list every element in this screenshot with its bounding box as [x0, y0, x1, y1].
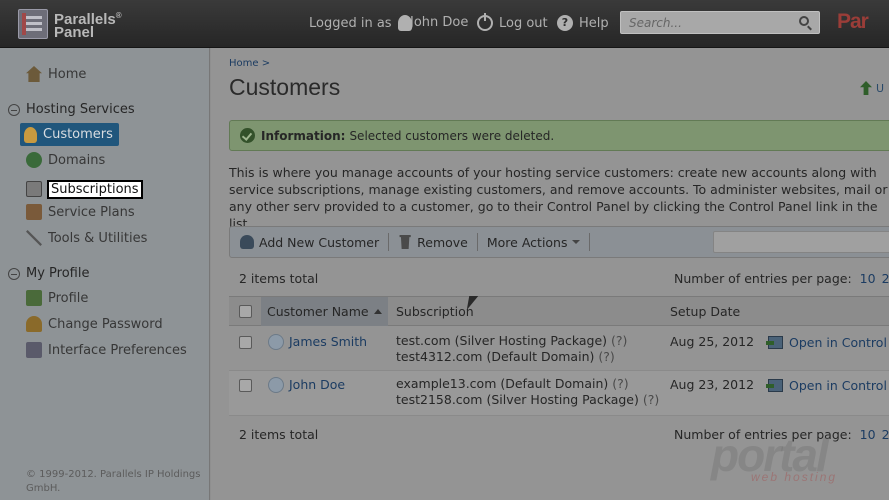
- help-icon[interactable]: (?): [612, 376, 628, 391]
- service-plans-icon: [26, 204, 42, 220]
- logout-button[interactable]: Log out: [477, 13, 548, 31]
- username-link[interactable]: John Doe: [410, 15, 468, 30]
- trash-icon: [399, 235, 411, 249]
- tools-icon: [26, 230, 42, 246]
- table-header: Customer Name Subscription Setup Date: [229, 296, 889, 326]
- help-button[interactable]: ? Help: [557, 15, 609, 31]
- column-customer-name[interactable]: Customer Name: [261, 297, 388, 326]
- setup-date: Aug 23, 2012: [670, 377, 755, 392]
- add-user-icon: [240, 235, 254, 249]
- chevron-down-icon: [571, 240, 580, 244]
- top-header: Parallels® Panel Logged in as John Doe L…: [0, 0, 889, 48]
- collapse-icon: [8, 103, 20, 116]
- per-page-10[interactable]: 10: [860, 271, 876, 286]
- page-description: This is where you manage accounts of you…: [229, 165, 888, 231]
- control-panel-icon: [766, 379, 783, 392]
- subscription-link[interactable]: test2158.com (Silver Hosting Package): [396, 392, 639, 407]
- sidebar-item-tools-utilities[interactable]: Tools & Utilities: [26, 227, 147, 249]
- sidebar-item-customers[interactable]: Customers: [20, 123, 119, 146]
- help-icon[interactable]: (?): [611, 333, 627, 348]
- power-icon: [477, 13, 493, 31]
- subscription-list: test.com (Silver Hosting Package) (?) te…: [396, 333, 627, 365]
- section-my-profile[interactable]: My Profile: [8, 266, 89, 281]
- table-row: John Doe example13.com (Default Domain) …: [229, 371, 889, 416]
- per-page-25[interactable]: 25: [882, 427, 889, 442]
- sidebar-item-subscriptions[interactable]: Subscriptions: [26, 178, 143, 200]
- row-checkbox[interactable]: [239, 379, 252, 392]
- info-message: Information: Selected customers were del…: [229, 120, 889, 151]
- parallels-brand-logo: Par: [837, 10, 869, 33]
- customer-status-icon: [268, 334, 284, 350]
- sort-asc-icon: [373, 309, 382, 314]
- section-hosting-services[interactable]: Hosting Services: [8, 102, 135, 117]
- subscription-link[interactable]: example13.com (Default Domain): [396, 376, 608, 391]
- sidebar: Home Hosting Services Customers Domains …: [0, 48, 210, 500]
- upload-arrow-icon: [860, 81, 872, 95]
- customer-status-icon: [268, 377, 284, 393]
- collapse-icon: [8, 267, 20, 280]
- items-total: 2 items total: [239, 271, 319, 286]
- watermark-logo: portal web hosting: [711, 429, 838, 484]
- column-setup-date[interactable]: Setup Date: [670, 297, 740, 326]
- customer-name-link[interactable]: James Smith: [289, 334, 367, 349]
- home-icon: [26, 66, 42, 82]
- help-icon: ?: [557, 15, 573, 31]
- customer-name-link[interactable]: John Doe: [289, 377, 345, 392]
- sidebar-item-service-plans[interactable]: Service Plans: [26, 201, 135, 223]
- open-control-panel-link[interactable]: Open in Control P: [766, 335, 889, 350]
- entries-per-page: Number of entries per page: 10 25 1: [674, 271, 889, 286]
- subscription-link[interactable]: test.com (Silver Hosting Package): [396, 333, 607, 348]
- logged-in-indicator: Logged in as: [309, 15, 418, 31]
- sidebar-item-domains[interactable]: Domains: [26, 149, 105, 171]
- add-new-customer-button[interactable]: Add New Customer: [240, 233, 390, 251]
- parallels-logo-icon: [18, 9, 48, 39]
- sidebar-item-change-password[interactable]: Change Password: [26, 313, 163, 335]
- global-search: [620, 11, 820, 34]
- subscriptions-icon: [26, 181, 42, 197]
- sidebar-item-interface-preferences[interactable]: Interface Preferences: [26, 339, 187, 361]
- row-checkbox[interactable]: [239, 336, 252, 349]
- subscription-list: example13.com (Default Domain) (?) test2…: [396, 376, 659, 408]
- sidebar-item-home[interactable]: Home: [26, 63, 86, 85]
- help-icon[interactable]: (?): [598, 349, 614, 364]
- list-search: [713, 231, 889, 253]
- logo-text: Parallels® Panel: [54, 11, 122, 41]
- table-row: James Smith test.com (Silver Hosting Pac…: [229, 326, 889, 371]
- search-input[interactable]: [621, 12, 791, 33]
- help-icon[interactable]: (?): [643, 392, 659, 407]
- setup-date: Aug 25, 2012: [670, 334, 755, 349]
- select-all-checkbox[interactable]: [239, 305, 252, 318]
- list-toolbar: Add New Customer Remove More Actions: [229, 226, 889, 258]
- column-subscription[interactable]: Subscription: [396, 297, 474, 326]
- parallels-logo[interactable]: Parallels® Panel: [18, 9, 122, 41]
- more-actions-button[interactable]: More Actions: [487, 233, 590, 251]
- list-search-input[interactable]: [714, 232, 884, 252]
- preferences-icon: [26, 342, 42, 358]
- subscription-link[interactable]: test4312.com (Default Domain): [396, 349, 594, 364]
- domains-icon: [26, 152, 42, 168]
- profile-icon: [26, 290, 42, 306]
- page-title: Customers: [229, 74, 341, 100]
- open-control-panel-link[interactable]: Open in Control P: [766, 378, 889, 393]
- check-icon: [240, 128, 255, 143]
- key-icon: [26, 316, 42, 332]
- per-page-25[interactable]: 25: [882, 271, 889, 286]
- customer-icon: [24, 126, 37, 143]
- items-total-bottom: 2 items total: [239, 427, 319, 442]
- breadcrumb: Home >: [229, 58, 271, 69]
- copyright: © 1999-2012. Parallels IP Holdings GmbH.: [26, 469, 201, 494]
- per-page-10[interactable]: 10: [860, 427, 876, 442]
- upload-button[interactable]: U: [860, 81, 884, 95]
- customers-table: Customer Name Subscription Setup Date Ja…: [229, 296, 889, 416]
- search-icon[interactable]: [799, 16, 809, 26]
- breadcrumb-home[interactable]: Home: [229, 58, 259, 69]
- control-panel-icon: [766, 336, 783, 349]
- remove-button[interactable]: Remove: [398, 233, 478, 251]
- sidebar-item-profile[interactable]: Profile: [26, 287, 88, 309]
